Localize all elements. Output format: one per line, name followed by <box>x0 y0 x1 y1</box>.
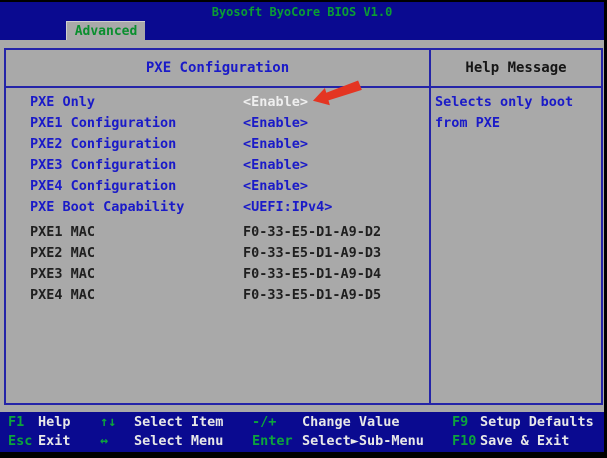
hotkey-label: Select Menu <box>134 433 223 449</box>
setting-label: PXE Only <box>30 92 95 113</box>
setting-value[interactable]: <Enable> <box>243 176 308 197</box>
setting-label: PXE1 Configuration <box>30 113 176 134</box>
hotkey-label: Select►Sub-Menu <box>302 433 424 449</box>
setting-value[interactable]: <Enable> <box>243 92 308 113</box>
setting-label: PXE3 Configuration <box>30 155 176 176</box>
settings-list: PXE Only <Enable> PXE1 Configuration <En… <box>6 92 429 218</box>
settings-panel-heading: PXE Configuration <box>6 50 429 88</box>
bios-title: Byosoft ByoCore BIOS V1.0 <box>0 5 604 19</box>
mac-label: PXE4 MAC <box>30 285 95 306</box>
setting-row-pxe1-configuration[interactable]: PXE1 Configuration <Enable> <box>6 113 429 134</box>
title-bar: Byosoft ByoCore BIOS V1.0 Advanced <box>0 2 604 40</box>
setting-label: PXE Boot Capability <box>30 197 184 218</box>
setting-value[interactable]: <UEFI:IPv4> <box>243 197 332 218</box>
mac-value: F0-33-E5-D1-A9-D4 <box>243 264 381 285</box>
setting-row-pxe-boot-capability[interactable]: PXE Boot Capability <UEFI:IPv4> <box>6 197 429 218</box>
mac-row-pxe4: PXE4 MAC F0-33-E5-D1-A9-D5 <box>6 285 429 306</box>
hotkey-select-menu: ↔Select Menu <box>100 432 223 451</box>
f9-key-label: F9 <box>452 413 480 432</box>
minus-plus-key-label: -/+ <box>252 413 302 432</box>
hotkey-select-item: ↑↓Select Item <box>100 413 223 432</box>
hotkey-label: Save & Exit <box>480 433 569 449</box>
setting-value[interactable]: <Enable> <box>243 155 308 176</box>
hotkey-label: Exit <box>38 433 71 449</box>
bios-screen: Byosoft ByoCore BIOS V1.0 Advanced PXE C… <box>0 0 607 458</box>
hotkey-help: F1Help <box>8 413 71 432</box>
mac-label: PXE3 MAC <box>30 264 95 285</box>
setting-row-pxe-only[interactable]: PXE Only <Enable> <box>6 92 429 113</box>
esc-key-label: Esc <box>8 432 38 451</box>
hotkey-legend: F1Help ↑↓Select Item -/+Change Value F9S… <box>0 412 604 452</box>
setting-label: PXE4 Configuration <box>30 176 176 197</box>
hotkey-setup-defaults: F9Setup Defaults <box>452 413 594 432</box>
mac-label: PXE2 MAC <box>30 243 95 264</box>
hotkey-row-1: F1Help ↑↓Select Item -/+Change Value F9S… <box>0 413 604 432</box>
main-area: PXE Configuration PXE Only <Enable> PXE1… <box>0 40 604 412</box>
hotkey-label: Setup Defaults <box>480 414 594 430</box>
setting-row-pxe3-configuration[interactable]: PXE3 Configuration <Enable> <box>6 155 429 176</box>
help-text: Selects only boot from PXE <box>435 92 593 134</box>
leftright-arrows-icon: ↔ <box>100 432 134 451</box>
mac-address-list: PXE1 MAC F0-33-E5-D1-A9-D2 PXE2 MAC F0-3… <box>6 222 429 306</box>
help-panel-heading: Help Message <box>431 50 601 88</box>
mac-row-pxe2: PXE2 MAC F0-33-E5-D1-A9-D3 <box>6 243 429 264</box>
hotkey-row-2: EscExit ↔Select Menu EnterSelect►Sub-Men… <box>0 432 604 451</box>
hotkey-exit: EscExit <box>8 432 71 451</box>
setting-value[interactable]: <Enable> <box>243 134 308 155</box>
mac-value: F0-33-E5-D1-A9-D3 <box>243 243 381 264</box>
setting-value[interactable]: <Enable> <box>243 113 308 134</box>
hotkey-label: Help <box>38 414 71 430</box>
mac-label: PXE1 MAC <box>30 222 95 243</box>
setting-row-pxe2-configuration[interactable]: PXE2 Configuration <Enable> <box>6 134 429 155</box>
hotkey-select-submenu: EnterSelect►Sub-Menu <box>252 432 424 451</box>
updown-arrows-icon: ↑↓ <box>100 413 134 432</box>
mac-row-pxe3: PXE3 MAC F0-33-E5-D1-A9-D4 <box>6 264 429 285</box>
mac-value: F0-33-E5-D1-A9-D5 <box>243 285 381 306</box>
help-panel: Help Message Selects only boot from PXE <box>429 48 603 405</box>
setting-label: PXE2 Configuration <box>30 134 176 155</box>
hotkey-save-exit: F10Save & Exit <box>452 432 569 451</box>
hotkey-label: Change Value <box>302 414 400 430</box>
settings-panel: PXE Configuration PXE Only <Enable> PXE1… <box>4 48 431 405</box>
setting-row-pxe4-configuration[interactable]: PXE4 Configuration <Enable> <box>6 176 429 197</box>
mac-value: F0-33-E5-D1-A9-D2 <box>243 222 381 243</box>
f10-key-label: F10 <box>452 432 480 451</box>
hotkey-label: Select Item <box>134 414 223 430</box>
f1-key-label: F1 <box>8 413 38 432</box>
enter-key-label: Enter <box>252 432 302 451</box>
hotkey-change-value: -/+Change Value <box>252 413 400 432</box>
tab-advanced[interactable]: Advanced <box>66 21 145 41</box>
mac-row-pxe1: PXE1 MAC F0-33-E5-D1-A9-D2 <box>6 222 429 243</box>
